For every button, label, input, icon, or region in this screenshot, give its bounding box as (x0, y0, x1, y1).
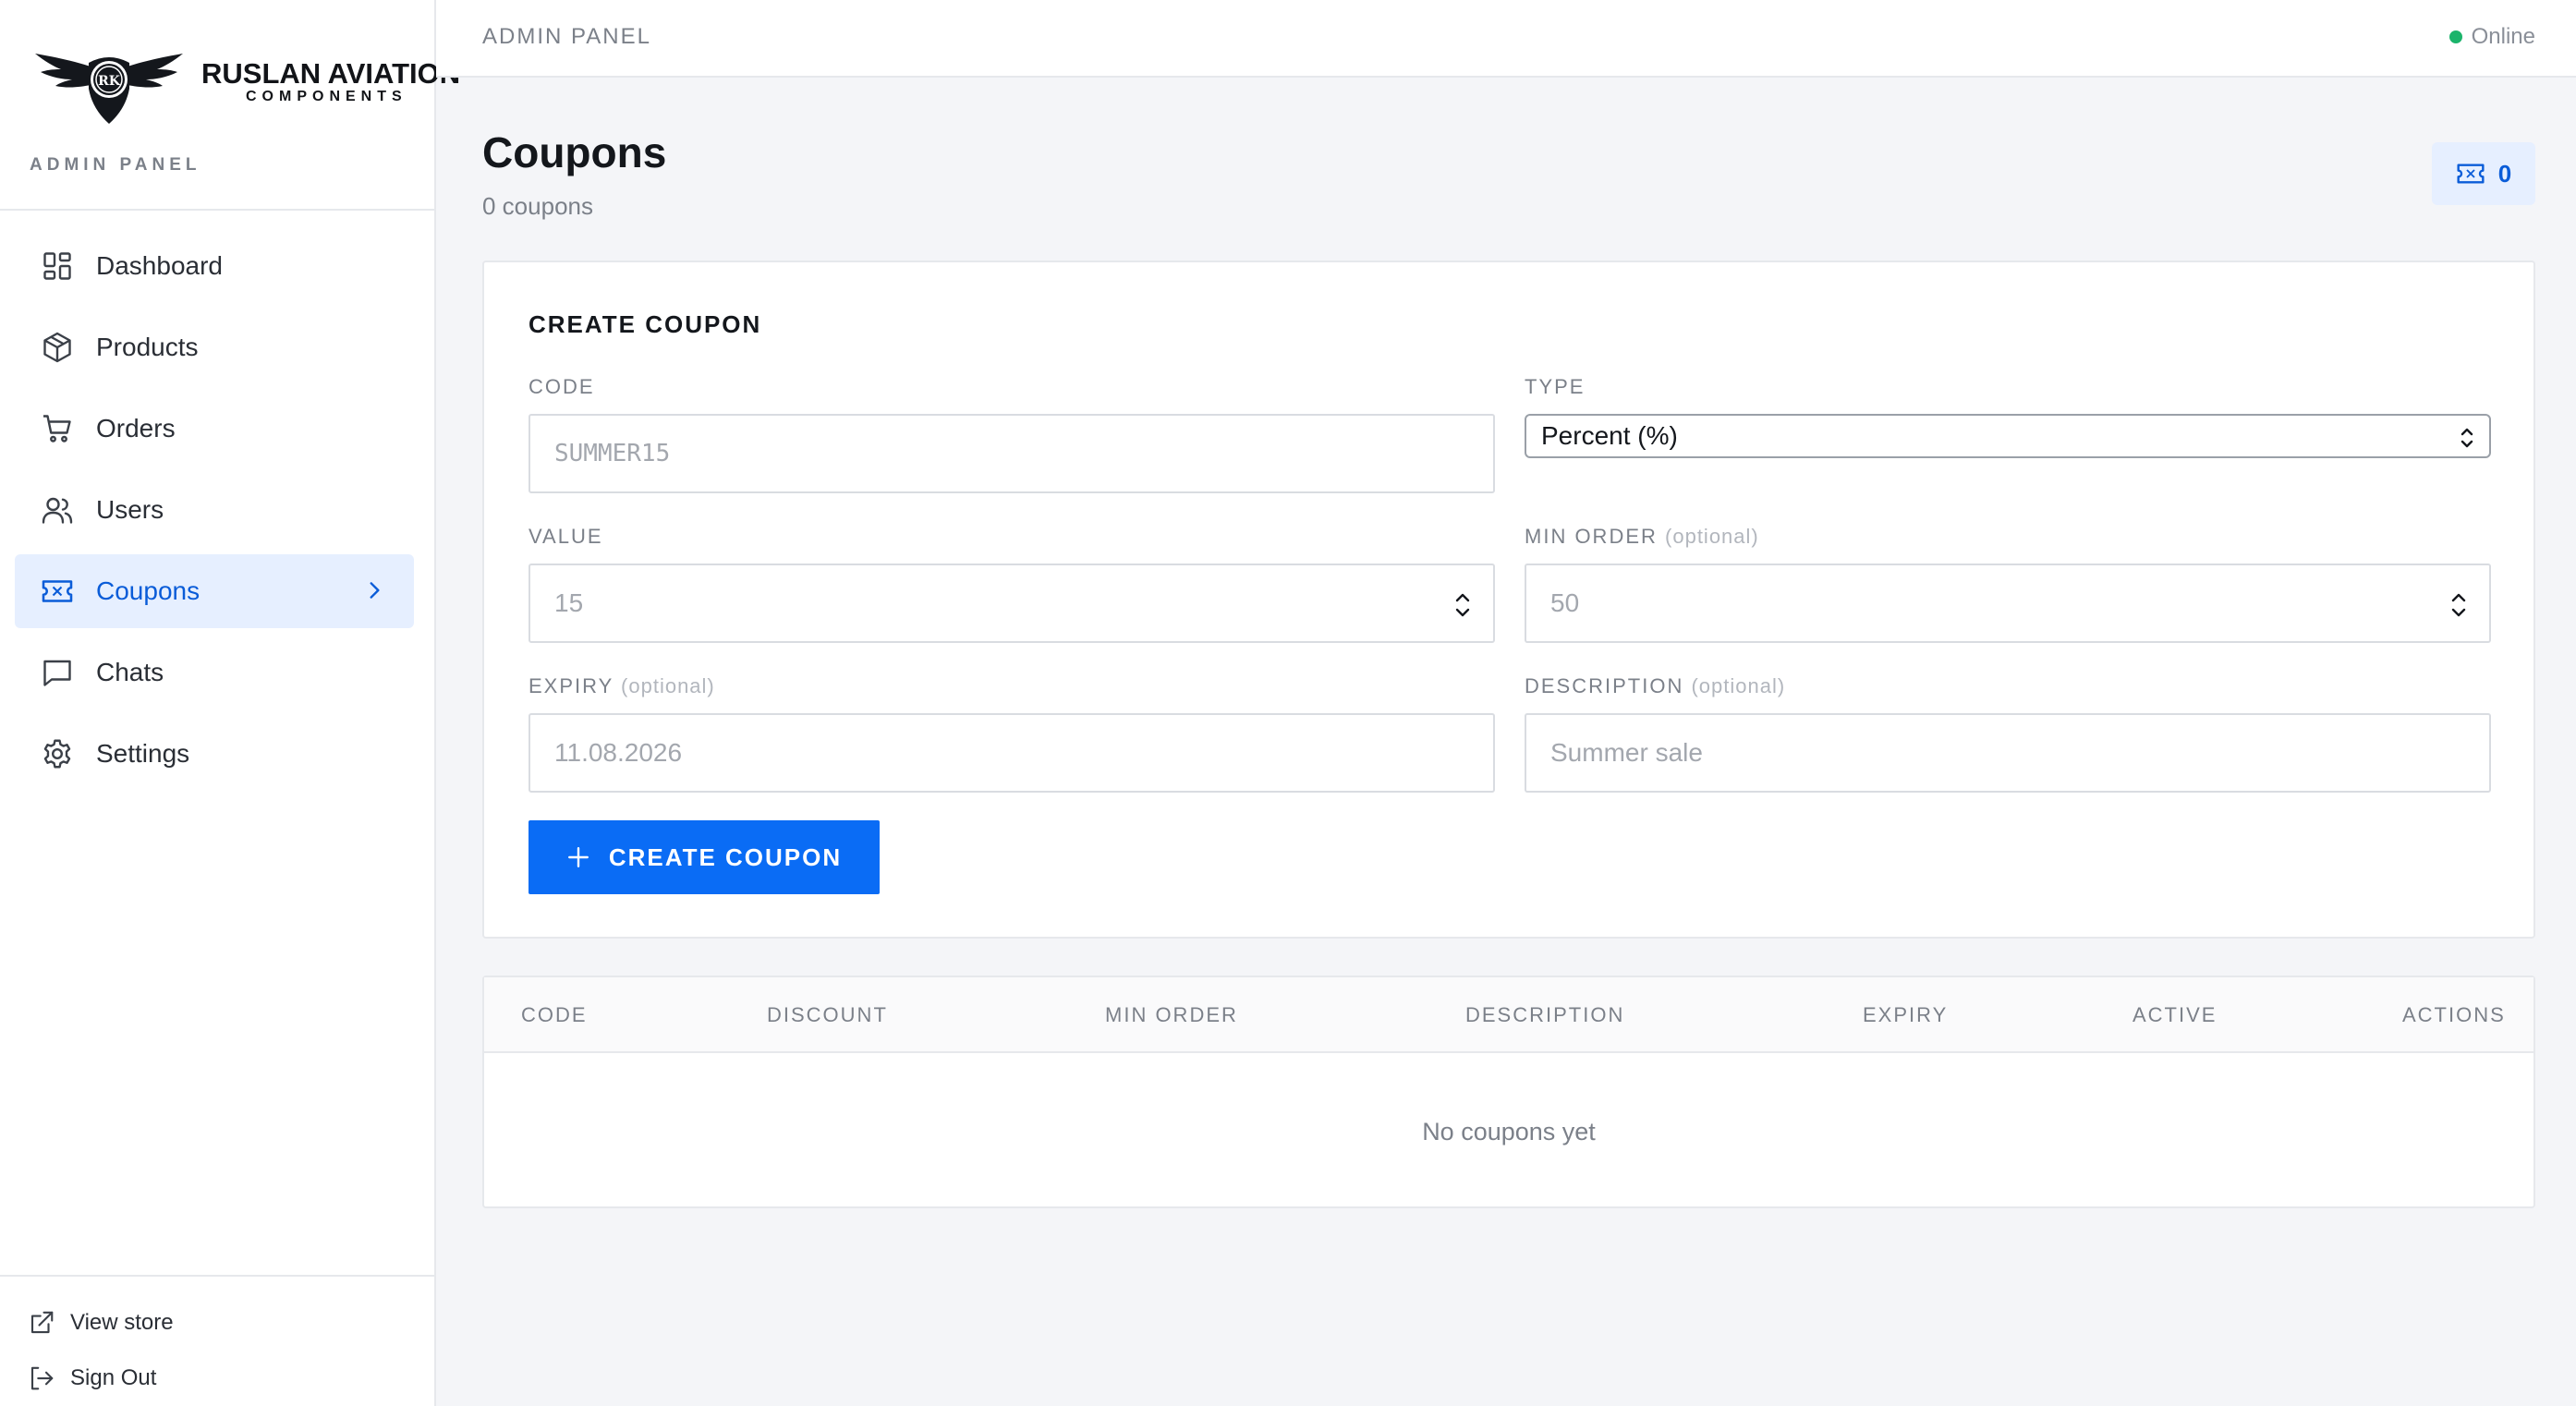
dashboard-icon (43, 252, 71, 280)
create-coupon-button-label: CREATE COUPON (608, 842, 843, 871)
page-title: Coupons (482, 128, 667, 176)
emblem-text: RK (98, 74, 121, 89)
create-coupon-title: CREATE COUPON (529, 310, 762, 338)
coupon-count-value: 0 (2497, 159, 2512, 188)
users-icon (42, 497, 73, 524)
sidebar: RK RUSLAN AVIATION COMPONENTS ADMIN PANE… (0, 0, 460, 1406)
sidebar-item-label: Orders (96, 414, 176, 442)
status-dot (2448, 30, 2462, 43)
chevron-right-icon (370, 582, 380, 599)
brand-subname: COMPONENTS (246, 89, 407, 104)
empty-state-message: No coupons yet (1422, 1118, 1596, 1145)
coupon-count-badge: 0 (2432, 142, 2535, 205)
expiry-date-input[interactable]: 11.08.2026 (529, 713, 1495, 793)
sign-out-link[interactable]: Sign Out (28, 1360, 156, 1397)
divider (0, 1275, 434, 1277)
column-header-discount[interactable]: DISCOUNT (767, 1003, 888, 1027)
create-coupon-button[interactable]: CREATE COUPON (529, 820, 880, 894)
sidebar-item-label: Users (96, 495, 164, 524)
code-label: CODE (529, 375, 595, 399)
sign-out-icon (30, 1366, 54, 1390)
type-select[interactable]: Percent (%) (1525, 414, 2491, 458)
wings-emblem-icon: RK (35, 54, 183, 124)
description-label: DESCRIPTION (optional) (1525, 674, 1785, 698)
code-placeholder: SUMMER15 (554, 440, 671, 467)
sidebar-item-label: Products (96, 333, 199, 361)
brand-logo[interactable]: RK RUSLAN AVIATION COMPONENTS (33, 35, 460, 127)
connection-status: Online (2448, 24, 2535, 50)
select-arrows-icon (2461, 428, 2473, 448)
external-link-icon (30, 1311, 54, 1334)
value-placeholder: 15 (554, 588, 584, 617)
gear-icon (43, 739, 71, 769)
coupon-count-subtitle: 0 coupons (482, 192, 593, 220)
sidebar-item-label: Dashboard (96, 251, 223, 280)
ticket-icon (2457, 164, 2485, 184)
topbar: ADMIN PANEL Online (436, 0, 2576, 78)
sidebar-item-chats[interactable]: Chats (15, 636, 414, 709)
ticket-icon (42, 580, 73, 602)
create-coupon-card: CREATE COUPON CODE SUMMER15 TYPE Percent… (482, 261, 2535, 939)
expiry-placeholder: 11.08.2026 (554, 738, 683, 767)
topbar-title: ADMIN PANEL (482, 24, 651, 49)
sidebar-item-coupons[interactable]: Coupons (15, 554, 414, 628)
type-selected-value: Percent (%) (1541, 421, 1678, 450)
column-header-min-order[interactable]: MIN ORDER (1105, 1003, 1238, 1027)
chat-icon (43, 660, 71, 686)
sidebar-item-label: Settings (96, 739, 190, 768)
expiry-label: EXPIRY (optional) (529, 674, 715, 698)
sidebar-item-orders[interactable]: Orders (15, 392, 414, 466)
min-order-placeholder: 50 (1550, 588, 1580, 617)
column-header-actions: ACTIONS (2402, 1003, 2506, 1026)
value-label-text: VALUE (529, 525, 603, 548)
column-header-description[interactable]: DESCRIPTION (1465, 1003, 1624, 1027)
value-label: VALUE (529, 525, 603, 549)
code-input[interactable]: SUMMER15 (529, 414, 1495, 493)
type-label: TYPE (1525, 375, 1585, 399)
sidebar-item-label: Coupons (96, 576, 200, 605)
description-placeholder: Summer sale (1550, 738, 1703, 767)
view-store-label: View store (70, 1310, 174, 1335)
sidebar-item-dashboard[interactable]: Dashboard (15, 229, 414, 303)
expiry-label-text: EXPIRY (529, 674, 614, 697)
optional-hint: (optional) (621, 674, 715, 697)
number-stepper-icon[interactable] (2447, 589, 2471, 621)
divider (0, 209, 434, 211)
optional-hint: (optional) (1691, 674, 1786, 697)
min-order-label-text: MIN ORDER (1525, 525, 1658, 548)
coupons-table: CODE DISCOUNT MIN ORDER DESCRIPTION EXPI… (482, 976, 2535, 1208)
description-input[interactable]: Summer sale (1525, 713, 2491, 793)
value-input[interactable]: 15 (529, 564, 1495, 643)
box-icon (43, 332, 71, 363)
table-header: CODE DISCOUNT MIN ORDER DESCRIPTION EXPI… (484, 977, 2533, 1053)
brand-name: RUSLAN AVIATION (201, 57, 461, 90)
sidebar-item-users[interactable]: Users (15, 473, 414, 547)
sidebar-nav: Dashboard Products Orders Users Coupons … (15, 229, 414, 798)
number-stepper-icon[interactable] (1451, 589, 1475, 621)
type-label-text: TYPE (1525, 375, 1586, 398)
column-header-code[interactable]: CODE (521, 1003, 588, 1027)
plus-icon (567, 847, 589, 867)
sidebar-item-products[interactable]: Products (15, 310, 414, 384)
admin-panel-label: ADMIN PANEL (30, 155, 201, 175)
column-header-active[interactable]: ACTIVE (2132, 1003, 2217, 1027)
cart-icon (43, 415, 71, 442)
view-store-link[interactable]: View store (28, 1304, 174, 1341)
sidebar-item-label: Chats (96, 658, 164, 686)
status-text: Online (2471, 24, 2535, 49)
code-label-text: CODE (529, 375, 595, 398)
description-label-text: DESCRIPTION (1525, 674, 1684, 697)
sign-out-label: Sign Out (70, 1365, 157, 1390)
column-header-expiry[interactable]: EXPIRY (1863, 1003, 1948, 1027)
min-order-label: MIN ORDER (optional) (1525, 525, 1759, 549)
sidebar-item-settings[interactable]: Settings (15, 717, 414, 791)
min-order-input[interactable]: 50 (1525, 564, 2491, 643)
optional-hint: (optional) (1665, 525, 1759, 548)
